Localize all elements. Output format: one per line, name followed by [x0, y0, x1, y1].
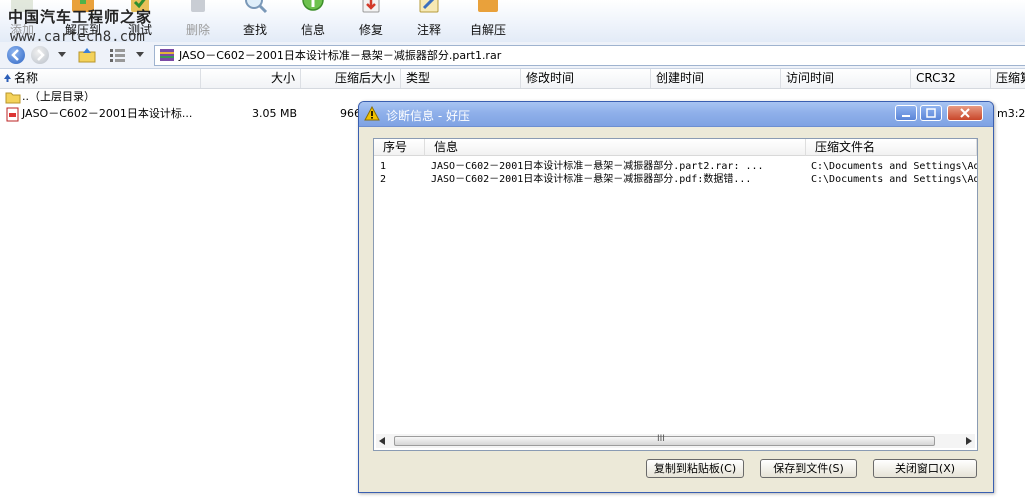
column-type[interactable]: 类型 [401, 69, 521, 88]
column-name-label: 名称 [14, 71, 39, 85]
column-header: 名称 大小 压缩后大小 类型 修改时间 创建时间 访问时间 CRC32 压缩算 [0, 69, 1025, 89]
find-button[interactable]: 查找 [227, 0, 283, 42]
comment-button[interactable]: 注释 [401, 0, 457, 42]
row-index: 1 [380, 161, 387, 172]
column-info[interactable]: 信息 [425, 139, 806, 156]
file-list [0, 92, 200, 498]
rar-archive-icon [160, 49, 174, 61]
file-name: ..（上层目录） [22, 90, 95, 103]
repair-label: 修复 [358, 23, 383, 37]
maximize-button[interactable] [920, 105, 942, 121]
repair-button[interactable]: 修复 [343, 0, 399, 42]
column-index[interactable]: 序号 [374, 139, 425, 156]
self-extract-label: 自解压 [469, 23, 506, 37]
comment-icon [419, 0, 439, 13]
dialog-titlebar[interactable]: 诊断信息 - 好压 [359, 102, 993, 127]
forward-button[interactable] [31, 46, 49, 64]
maximize-icon [926, 108, 936, 118]
info-button[interactable]: 信息 [285, 0, 341, 42]
row-archive: C:\Documents and Settings\Ad [811, 161, 977, 172]
copy-to-clipboard-button[interactable]: 复制到粘贴板(C) [646, 459, 744, 478]
row-index: 2 [380, 174, 387, 185]
toolbar: 添加 解压到 测试 删除 查找 信息 修复 注释 自解压 [0, 0, 1025, 43]
dialog-title: 诊断信息 - 好压 [386, 109, 470, 123]
close-button[interactable] [947, 105, 983, 121]
view-list-icon[interactable] [110, 48, 126, 62]
scroll-right-icon[interactable] [966, 437, 972, 445]
minimize-button[interactable] [895, 105, 917, 121]
file-name: JASO－C602－2001日本设计标... [22, 107, 193, 120]
delete-button[interactable]: 删除 [170, 0, 226, 42]
self-extract-icon [478, 0, 498, 12]
folder-up-icon[interactable] [78, 47, 96, 63]
diagnostic-dialog: 诊断信息 - 好压 序号 信息 压缩文件名 1 JASO－C602－2001日本… [358, 101, 994, 493]
find-label: 查找 [242, 23, 267, 37]
chevron-down-icon[interactable] [58, 52, 66, 58]
arrow-right-icon [37, 49, 45, 61]
column-accessed[interactable]: 访问时间 [781, 69, 911, 88]
row-info: JASO－C602－2001日本设计标准－悬架－减振器部分.pdf:数据错... [431, 174, 752, 185]
column-created[interactable]: 创建时间 [651, 69, 781, 88]
watermark-title: 中国汽车工程师之家 [8, 8, 153, 26]
view-dropdown-icon[interactable] [136, 52, 144, 58]
diagnostic-list[interactable]: 序号 信息 压缩文件名 1 JASO－C602－2001日本设计标准－悬架－减振… [373, 138, 978, 451]
address-path: JASO－C602－2001日本设计标准－悬架－减振器部分.part1.rar [179, 49, 502, 62]
scrollbar-thumb[interactable]: III [394, 434, 935, 446]
sort-up-icon [4, 74, 11, 82]
row-info: JASO－C602－2001日本设计标准－悬架－减振器部分.part2.rar:… [431, 161, 764, 172]
file-size: 3.05 MB [252, 107, 298, 120]
warning-icon [364, 106, 380, 121]
info-label: 信息 [300, 23, 325, 37]
magnifier-icon [245, 0, 268, 14]
close-icon [960, 108, 970, 118]
delete-label: 删除 [185, 23, 210, 37]
back-button[interactable] [7, 46, 25, 64]
horizontal-scrollbar[interactable]: III [376, 434, 975, 448]
column-crc32[interactable]: CRC32 [911, 69, 991, 88]
file-method: m3:22 [997, 107, 1025, 120]
address-field[interactable]: JASO－C602－2001日本设计标准－悬架－减振器部分.part1.rar [154, 45, 1025, 66]
self-extract-button[interactable]: 自解压 [460, 0, 516, 42]
list-item[interactable]: ..（上层目录） [0, 89, 200, 105]
column-method[interactable]: 压缩算 [991, 69, 1025, 88]
column-size[interactable]: 大小 [201, 69, 301, 88]
scrollbar-grip: III [657, 434, 665, 444]
column-packed-size[interactable]: 压缩后大小 [301, 69, 401, 88]
info-icon [302, 0, 324, 11]
pdf-file-icon [6, 107, 19, 122]
minimize-icon [902, 115, 910, 117]
comment-label: 注释 [416, 23, 441, 37]
row-archive: C:\Documents and Settings\Ad [811, 174, 977, 185]
save-to-file-button[interactable]: 保存到文件(S) [760, 459, 857, 478]
folder-icon [5, 92, 21, 104]
arrow-left-icon [11, 49, 19, 61]
address-bar: JASO－C602－2001日本设计标准－悬架－减振器部分.part1.rar [0, 42, 1025, 69]
close-window-button[interactable]: 关闭窗口(X) [873, 459, 977, 478]
trash-icon [191, 0, 205, 12]
repair-icon [362, 0, 380, 13]
column-modified[interactable]: 修改时间 [521, 69, 651, 88]
column-name[interactable]: 名称 [0, 69, 201, 88]
column-archive[interactable]: 压缩文件名 [806, 139, 977, 156]
scroll-left-icon[interactable] [379, 437, 385, 445]
